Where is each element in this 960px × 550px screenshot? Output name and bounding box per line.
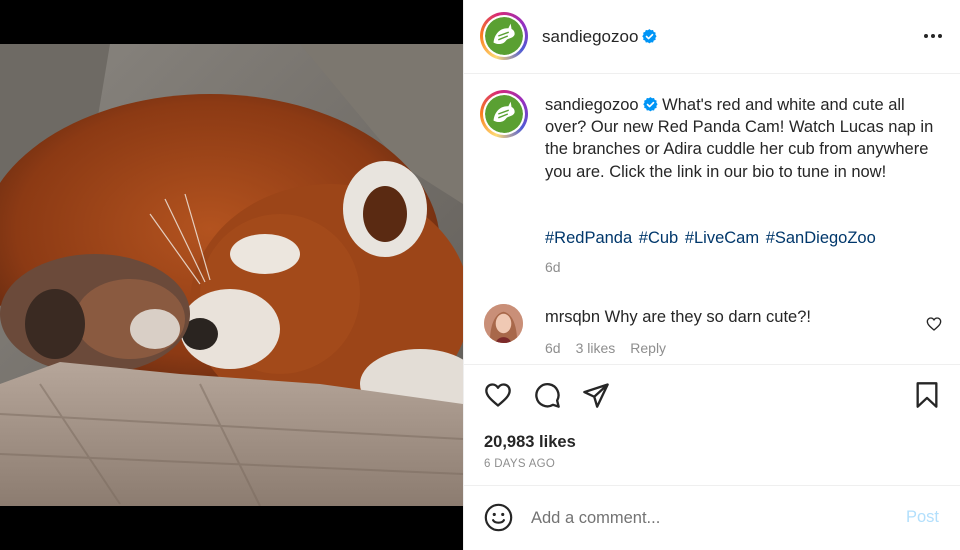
author-username-text[interactable]: sandiegozoo	[542, 27, 638, 46]
caption-author-avatar[interactable]	[480, 90, 528, 138]
comment-input[interactable]	[531, 500, 891, 536]
likes-count[interactable]: 20,983 likes	[484, 433, 576, 452]
caption-timestamp[interactable]: 6d	[545, 259, 561, 275]
hashtag-link[interactable]: #SanDiegoZoo	[766, 229, 876, 247]
comment-text: Why are they so darn cute?!	[604, 308, 811, 326]
zoo-logo-icon	[485, 17, 523, 55]
caption-hashtags: #RedPanda #Cub #LiveCam #SanDiegoZoo	[545, 227, 935, 249]
red-panda-photo	[0, 44, 463, 506]
comment-meta: 6d 3 likes Reply	[545, 340, 666, 356]
caption-username[interactable]: sandiegozoo	[545, 96, 639, 114]
post-comment-button[interactable]: Post	[906, 508, 939, 527]
add-comment-bar: Post	[464, 486, 960, 550]
verified-badge-icon	[642, 29, 657, 44]
commenter-username[interactable]: mrsqbn	[545, 308, 600, 326]
hashtag-link[interactable]: #RedPanda	[545, 229, 632, 247]
post-actions: 20,983 likes 6 DAYS AGO	[464, 364, 960, 486]
emoji-icon[interactable]	[484, 503, 513, 532]
post-sidebar: sandiegozoo sandiegozoo What's red and w…	[463, 0, 960, 550]
post-date[interactable]: 6 DAYS AGO	[484, 458, 555, 470]
zoo-logo-icon	[485, 95, 523, 133]
comment-timestamp[interactable]: 6d	[545, 340, 561, 356]
comment-body: mrsqbn Why are they so darn cute?!	[545, 308, 905, 327]
post-header: sandiegozoo	[464, 0, 960, 74]
paper-plane-icon[interactable]	[582, 381, 610, 409]
post-caption: sandiegozoo What's red and white and cut…	[545, 94, 935, 183]
speech-bubble-icon[interactable]	[533, 381, 561, 409]
bookmark-icon[interactable]	[913, 381, 941, 409]
heart-icon[interactable]	[484, 381, 512, 409]
author-avatar[interactable]	[480, 12, 528, 60]
post-media[interactable]	[0, 0, 463, 550]
hashtag-link[interactable]: #LiveCam	[685, 229, 759, 247]
instagram-post: sandiegozoo sandiegozoo What's red and w…	[0, 0, 960, 550]
comment-item: mrsqbn Why are they so darn cute?! 6d 3 …	[464, 300, 960, 364]
hashtag-link[interactable]: #Cub	[639, 229, 678, 247]
author-username[interactable]: sandiegozoo	[542, 27, 657, 47]
verified-badge-icon	[642, 97, 658, 112]
commenter-photo	[484, 304, 523, 343]
heart-icon[interactable]	[926, 316, 942, 332]
more-options-icon[interactable]	[921, 26, 945, 46]
comment-likes[interactable]: 3 likes	[576, 340, 616, 356]
reply-button[interactable]: Reply	[630, 340, 666, 356]
commenter-avatar[interactable]	[484, 304, 523, 343]
